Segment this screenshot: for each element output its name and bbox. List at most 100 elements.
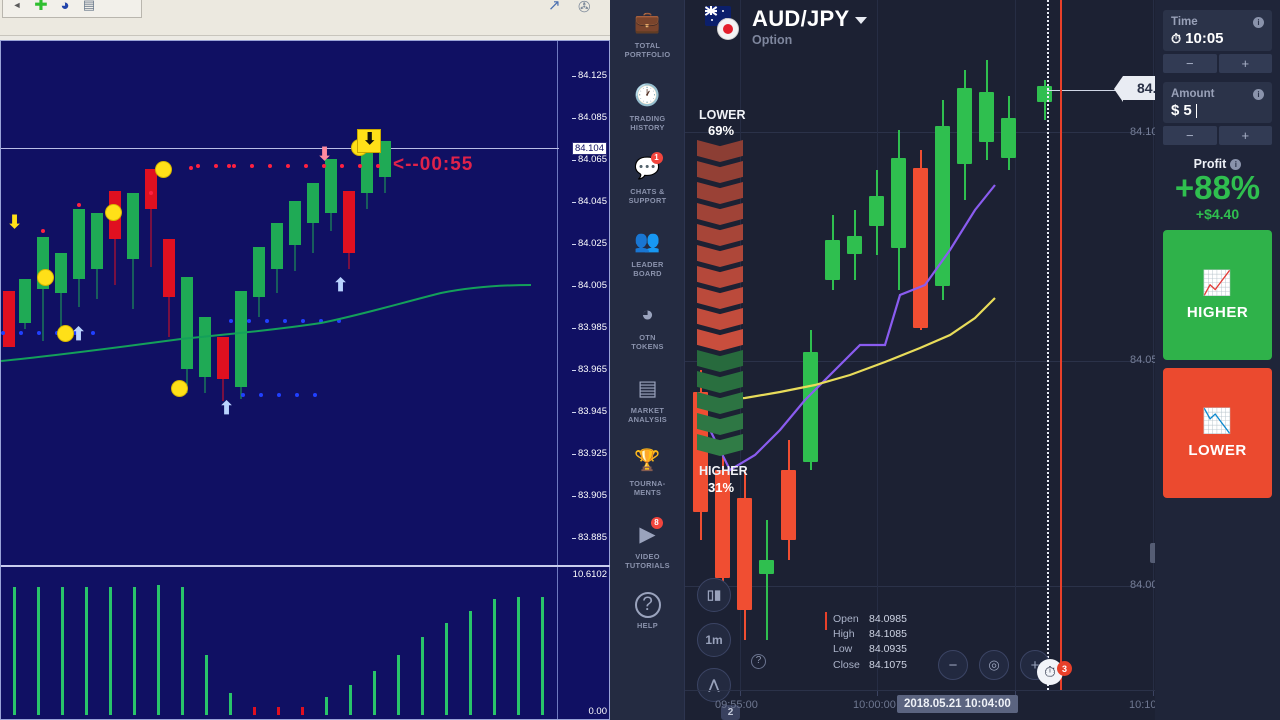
info-icon[interactable]: i <box>1253 88 1264 100</box>
histogram-bar <box>541 597 544 715</box>
sidebar-item-leader-board[interactable]: 👥 LEADER BOARD <box>610 221 685 287</box>
higher-button[interactable]: 📈 HIGHER <box>1163 229 1272 360</box>
amount-field[interactable]: Amount i $ 5 <box>1163 82 1272 123</box>
price-label: 84.05 <box>1130 354 1158 366</box>
sentiment-bar: LOWER 69% HIGHER 31% <box>697 108 748 495</box>
histogram-bar <box>277 707 280 715</box>
sidebar-item-video-tutorials[interactable]: ▶ 8 VIDEO TUTORIALS <box>610 513 685 579</box>
sidebar-item-tourna--ments[interactable]: 🏆 TOURNA- MENTS <box>610 440 685 506</box>
time-minus-button[interactable]: − <box>1163 54 1217 73</box>
time-field-value-row[interactable]: ⏱ 10:05 <box>1171 30 1264 47</box>
info-icon[interactable]: i <box>1230 158 1242 170</box>
ohlc-low-value: 84.0935 <box>869 643 907 656</box>
histogram-bar <box>517 597 520 715</box>
text-cursor <box>1195 103 1197 118</box>
histogram-bar <box>469 611 472 715</box>
amount-stepper[interactable]: − + <box>1163 126 1272 145</box>
lower-button[interactable]: 📉 LOWER <box>1163 367 1272 498</box>
histogram-bar <box>253 707 256 715</box>
histogram-bar <box>85 587 88 715</box>
chevron-down-icon[interactable] <box>855 17 868 24</box>
histogram-bar <box>493 599 496 715</box>
mt4-price-tick: 84.065 <box>571 154 607 165</box>
sidebar-item-help[interactable]: ? HELP <box>610 586 685 638</box>
mt4-price-tick: 84.125 <box>571 70 607 81</box>
histogram-bar <box>37 587 40 715</box>
mt4-pane-separator <box>1 565 611 567</box>
circle-icon[interactable]: ◕ <box>55 0 75 14</box>
briefcase-icon: 💼 <box>634 11 661 34</box>
mt4-price-tick: 84.005 <box>571 280 607 291</box>
profit-percent: +88% <box>1174 169 1261 206</box>
time-field[interactable]: Time i ⏱ 10:05 <box>1163 10 1272 51</box>
time-field-value: 10:05 <box>1185 30 1224 47</box>
amount-field-value-row[interactable]: $ 5 <box>1171 102 1264 119</box>
mt4-price-tick: 83.885 <box>571 532 607 543</box>
sidebar-item-otn-tokens[interactable]: ◕ OTN TOKENS <box>610 294 685 360</box>
purchase-deadline-line[interactable] <box>1060 0 1062 690</box>
sentiment-lower-percent: 69% <box>708 123 735 138</box>
sidebar-badge: 1 <box>650 152 663 164</box>
asset-selector[interactable]: AUD/JPY Option <box>705 6 868 47</box>
stopwatch-badge: 3 <box>1057 661 1072 676</box>
toolbar-arrow-icon[interactable]: ◄ <box>7 0 27 14</box>
amount-field-label: Amount <box>1171 88 1215 100</box>
moving-average-lines <box>704 184 996 472</box>
axis-tick <box>877 691 878 696</box>
mt4-price-tick: 83.965 <box>571 364 607 375</box>
mt4-chart-area[interactable]: 84.104 <--00:55 10.6102 0.00 84.125 84.08… <box>0 40 611 720</box>
mt4-price-tick: 84.085 <box>571 112 607 123</box>
sidebar-item-chats-support[interactable]: 💬 1 CHATS & SUPPORT <box>610 148 685 214</box>
sidebar: 💼 TOTAL PORTFOLIO 🕐 TRADING HISTORY 💬 1 CHATS & S… <box>610 0 685 720</box>
timeframe-label: 1m <box>705 633 723 647</box>
time-label: 09:55:00 <box>715 699 758 711</box>
histogram-bar <box>109 587 112 715</box>
histogram-bar <box>133 587 136 715</box>
minus-icon: − <box>948 656 958 674</box>
candle-type-button[interactable]: ▯▮ <box>697 578 731 612</box>
sidebar-item-total-portfolio[interactable]: 💼 TOTAL PORTFOLIO <box>610 2 685 68</box>
ohlc-tooltip: Open 84.0985 High 84.1085 Low 84.0935 Close… <box>833 612 907 673</box>
active-time-label: 2018.05.21 10:04:00 <box>897 695 1018 713</box>
zoom-out-button[interactable]: − <box>938 650 968 680</box>
asset-name-row[interactable]: AUD/JPY <box>752 6 868 32</box>
ohlc-open-label: Open <box>833 613 859 625</box>
mt4-indicator-max-label: 10.6102 <box>572 569 607 580</box>
center-chart-button[interactable]: ◎ <box>979 650 1009 680</box>
sentiment-segment <box>697 392 743 414</box>
ohlc-high-value: 84.1085 <box>869 628 907 641</box>
sidebar-item-market-analysis[interactable]: ▤ MARKET ANALYSIS <box>610 367 685 433</box>
chart-canvas[interactable]: LOWER 69% HIGHER 31% 84.10 84.05 84.00 8… <box>685 0 1185 720</box>
sentiment-lower-label: LOWER <box>699 108 746 122</box>
timeframe-button[interactable]: 1m <box>697 623 731 657</box>
trade-panel: Time i ⏱ 10:05 − + Amount i $ 5 − + Prof… <box>1155 0 1280 720</box>
sidebar-item-label: TOTAL PORTFOLIO <box>624 41 671 60</box>
histogram-bar <box>373 671 376 715</box>
histogram-bar <box>181 587 184 715</box>
time-label: 10:00:00 <box>853 699 896 711</box>
monitor-icon[interactable]: ▤ <box>79 0 99 14</box>
time-plus-button[interactable]: + <box>1218 54 1272 73</box>
amount-input[interactable]: 5 <box>1183 102 1191 119</box>
time-stepper[interactable]: − + <box>1163 54 1272 73</box>
add-icon[interactable]: ✚ <box>31 0 51 14</box>
ohlc-close-label: Close <box>833 658 860 671</box>
mt4-toolbar: ◄ ✚ ◕ ▤ ↗ ✇ <box>0 0 610 36</box>
sentiment-segment <box>697 350 743 372</box>
sidebar-item-label: TOURNA- MENTS <box>629 479 666 498</box>
amount-plus-button[interactable]: + <box>1218 126 1272 145</box>
mt4-histogram <box>1 575 559 715</box>
expiry-dotted-line[interactable] <box>1047 0 1049 690</box>
play-icon: ▶ 8 <box>631 517 665 549</box>
sentiment-segment <box>697 224 743 246</box>
mt4-toolbar-group[interactable]: ◄ ✚ ◕ ▤ <box>2 0 142 18</box>
info-icon[interactable]: i <box>1253 16 1264 28</box>
amount-minus-button[interactable]: − <box>1163 126 1217 145</box>
histogram-bar <box>229 693 232 715</box>
asset-flags <box>705 6 743 42</box>
lower-button-label: LOWER <box>1188 441 1247 459</box>
help-question-icon[interactable]: ? <box>751 654 766 669</box>
token-icon: ◕ <box>641 303 654 326</box>
sentiment-segment <box>697 308 743 330</box>
sidebar-item-trading-history[interactable]: 🕐 TRADING HISTORY <box>610 75 685 141</box>
